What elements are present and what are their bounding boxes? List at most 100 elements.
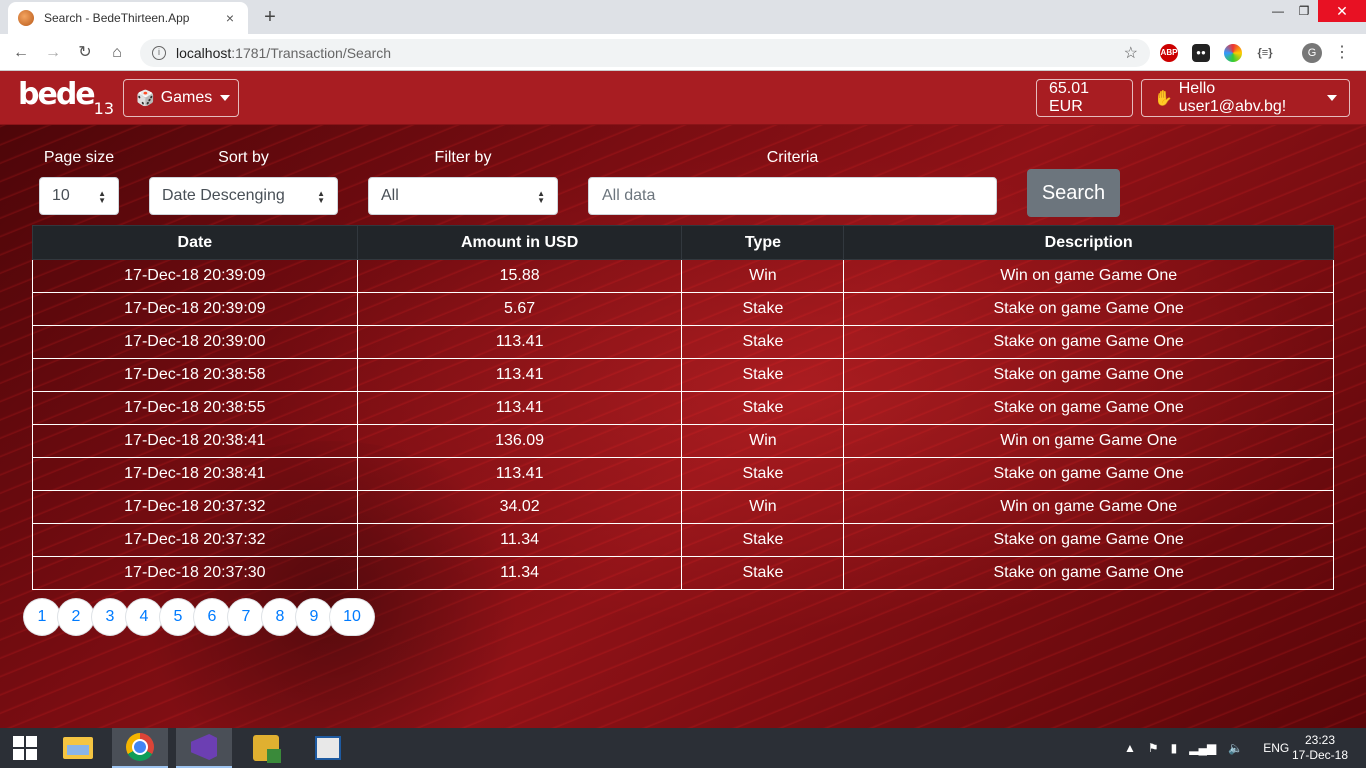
user-menu-dropdown[interactable]: ✋ Hello user1@abv.bg! (1141, 79, 1350, 117)
adblock-extension-icon[interactable]: ABP (1160, 44, 1178, 62)
chevron-down-icon (220, 95, 231, 101)
browser-menu-icon[interactable]: ⋮ (1334, 43, 1350, 63)
cell-description: Win on game Game One (843, 259, 1334, 293)
profile-avatar[interactable]: G (1302, 43, 1322, 63)
table-row: 17-Dec-18 20:37:30 11.34 Stake Stake on gam… (32, 556, 1334, 590)
page-link[interactable]: 6 (194, 599, 230, 635)
cell-amount: 113.41 (356, 325, 683, 359)
window-maximize-button[interactable]: ❐ (1290, 0, 1318, 22)
color-picker-extension-icon[interactable] (1224, 44, 1242, 62)
site-favicon-icon (18, 10, 34, 26)
sort-by-label: Sort by (218, 149, 269, 166)
json-extension-icon[interactable]: {≡} (1256, 44, 1274, 62)
column-header-date[interactable]: Date (32, 225, 358, 260)
select-arrows-icon: ▲ ▼ (317, 189, 325, 205)
cell-amount: 11.34 (356, 523, 683, 557)
page-link[interactable]: 1 (24, 599, 60, 635)
reload-icon[interactable]: ↻ (74, 42, 96, 64)
page-link[interactable]: 5 (160, 599, 196, 635)
table-row: 17-Dec-18 20:38:58 113.41 Stake Stake on ga… (32, 358, 1334, 392)
windows-logo-icon (13, 736, 37, 760)
tab-close-icon[interactable]: × (222, 10, 238, 26)
page-link[interactable]: 9 (296, 599, 332, 635)
network-icon[interactable]: ▂▄▆ (1189, 741, 1216, 755)
browser-toolbar: ← → ↻ ⌂ i localhost:1781/Transaction/Sea… (0, 34, 1366, 71)
cell-description: Stake on game Game One (843, 457, 1334, 491)
page-link[interactable]: 10 (330, 599, 374, 635)
flag-icon[interactable]: ⚑ (1148, 741, 1159, 755)
cell-description: Win on game Game One (843, 424, 1334, 458)
filter-by-label: Filter by (434, 149, 492, 166)
language-indicator[interactable]: ENG (1263, 741, 1289, 755)
cell-date: 17-Dec-18 20:39:09 (32, 259, 358, 293)
cell-type: Stake (681, 325, 845, 359)
site-info-icon[interactable]: i (152, 46, 166, 60)
table-row: 17-Dec-18 20:39:09 5.67 Stake Stake on game… (32, 292, 1334, 326)
forward-arrow-icon[interactable]: → (42, 42, 64, 64)
window-minimize-button[interactable]: — (1264, 0, 1292, 22)
cell-description: Stake on game Game One (843, 358, 1334, 392)
table-row: 17-Dec-18 20:38:41 113.41 Stake Stake on ga… (32, 457, 1334, 491)
cell-type: Stake (681, 292, 845, 326)
cell-amount: 5.67 (356, 292, 683, 326)
page-link[interactable]: 8 (262, 599, 298, 635)
cell-amount: 136.09 (356, 424, 683, 458)
volume-icon[interactable]: 🔈 (1228, 741, 1243, 755)
taskbar-clock[interactable]: 23:23 17-Dec-18 (1290, 733, 1350, 763)
column-header-amount[interactable]: Amount in USD (356, 225, 683, 260)
cell-description: Stake on game Game One (843, 292, 1334, 326)
visual-studio-taskbar-item[interactable] (176, 728, 232, 768)
start-button[interactable] (0, 728, 50, 768)
cell-type: Stake (681, 391, 845, 425)
page-size-select[interactable]: 10 ▲ ▼ (39, 177, 119, 215)
cell-date: 17-Dec-18 20:38:55 (32, 391, 358, 425)
browser-tab[interactable]: Search - BedeThirteen.App × (8, 2, 248, 34)
cell-amount: 113.41 (356, 391, 683, 425)
page-link[interactable]: 3 (92, 599, 128, 635)
home-icon[interactable]: ⌂ (106, 42, 128, 64)
cell-date: 17-Dec-18 20:37:32 (32, 490, 358, 524)
games-dropdown[interactable]: 🎲 Games (123, 79, 239, 117)
window-app-icon (315, 736, 341, 760)
cell-date: 17-Dec-18 20:38:41 (32, 457, 358, 491)
file-explorer-taskbar-item[interactable] (50, 728, 106, 768)
extension-icon[interactable]: ●● (1192, 44, 1210, 62)
battery-icon[interactable]: ▮ (1171, 741, 1178, 755)
cell-date: 17-Dec-18 20:38:41 (32, 424, 358, 458)
page-link[interactable]: 4 (126, 599, 162, 635)
sort-by-select[interactable]: Date Descenging ▲ ▼ (149, 177, 338, 215)
cell-description: Stake on game Game One (843, 391, 1334, 425)
filter-by-select[interactable]: All ▲ ▼ (368, 177, 558, 215)
window-close-button[interactable]: ✕ (1318, 0, 1366, 22)
cell-amount: 11.34 (356, 556, 683, 590)
page-link[interactable]: 2 (58, 599, 94, 635)
cell-description: Stake on game Game One (843, 325, 1334, 359)
page-content: bede13 🎲 Games 65.01 EUR ✋ Hello user1@a… (0, 71, 1366, 728)
bookmark-star-icon[interactable]: ☆ (1124, 43, 1138, 63)
table-row: 17-Dec-18 20:37:32 11.34 Stake Stake on gam… (32, 523, 1334, 557)
table-row: 17-Dec-18 20:39:00 113.41 Stake Stake on ga… (32, 325, 1334, 359)
chrome-taskbar-item[interactable] (112, 728, 168, 768)
tray-expand-icon[interactable]: ▲ (1124, 741, 1136, 755)
balance-badge[interactable]: 65.01 EUR (1036, 79, 1133, 117)
transactions-table: Date Amount in USD Type Description 17-D… (32, 225, 1334, 590)
column-header-type[interactable]: Type (681, 225, 845, 260)
address-bar[interactable]: i localhost:1781/Transaction/Search ☆ (140, 39, 1150, 67)
new-tab-button[interactable]: + (258, 6, 282, 28)
brand-logo[interactable]: bede13 (18, 77, 114, 118)
app-taskbar-item[interactable] (300, 728, 356, 768)
visual-studio-icon (191, 734, 217, 760)
page-link[interactable]: 7 (228, 599, 264, 635)
pagination: 1 2 3 4 5 6 7 8 9 10 (24, 599, 374, 635)
cell-date: 17-Dec-18 20:39:09 (32, 292, 358, 326)
select-arrows-icon: ▲ ▼ (98, 189, 106, 205)
cell-date: 17-Dec-18 20:39:00 (32, 325, 358, 359)
column-header-description[interactable]: Description (843, 225, 1334, 260)
cell-type: Stake (681, 457, 845, 491)
cell-date: 17-Dec-18 20:37:30 (32, 556, 358, 590)
sql-tool-taskbar-item[interactable] (238, 728, 294, 768)
back-arrow-icon[interactable]: ← (10, 42, 32, 64)
search-button[interactable]: Search (1027, 169, 1120, 217)
cell-type: Stake (681, 523, 845, 557)
criteria-input[interactable]: All data (588, 177, 997, 215)
